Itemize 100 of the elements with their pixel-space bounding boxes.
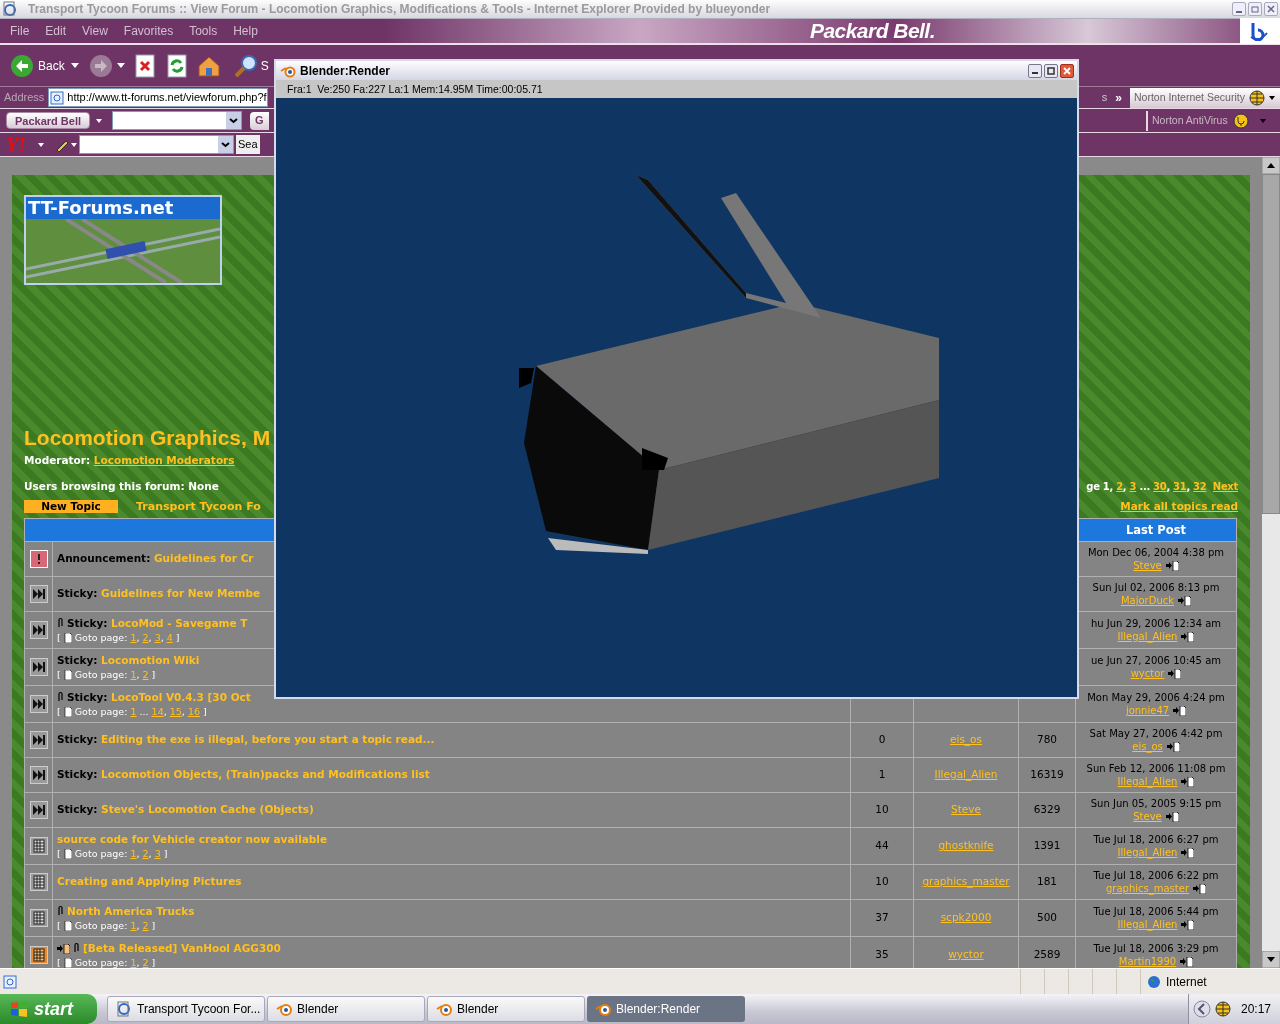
scrollbar-thumb[interactable] — [1262, 174, 1280, 514]
norton-security-button[interactable]: Norton Internet Security — [1130, 87, 1280, 108]
mark-read-link[interactable]: Mark all topics read — [1120, 498, 1238, 515]
page-link[interactable]: 16 — [187, 705, 200, 718]
next-link[interactable]: Next — [1212, 481, 1238, 493]
search-button[interactable]: Sea — [236, 135, 260, 154]
page-link[interactable]: 32 — [1193, 481, 1207, 493]
topic-link[interactable]: LocoMod - Savegame T — [111, 617, 248, 630]
announcement-icon — [29, 550, 48, 568]
topic-link[interactable]: Locomotion Objects, (Train)packs and Modifications list — [101, 768, 430, 781]
author-link[interactable]: scpk2000 — [940, 910, 992, 926]
author-link[interactable]: Illegal_Alien — [1117, 918, 1178, 931]
topic-link[interactable]: Locomotion Wiki — [101, 654, 200, 667]
page-link[interactable]: 2 — [142, 956, 149, 968]
author-link[interactable]: wyctor — [948, 947, 984, 963]
page-link[interactable]: 2 — [142, 631, 149, 644]
back-button[interactable]: Back — [8, 48, 67, 83]
author-link[interactable]: Illegal_Alien — [1117, 846, 1178, 859]
arrow-document-icon — [1168, 668, 1182, 679]
chevron-button[interactable]: » — [1109, 88, 1128, 107]
taskbar-button[interactable]: Blender — [427, 996, 585, 1022]
topic-link[interactable]: Guidelines for New Membe — [101, 587, 261, 600]
stop-button[interactable] — [132, 53, 157, 78]
page-link[interactable]: 3 — [154, 631, 161, 644]
page-link[interactable]: 14 — [151, 705, 164, 718]
table-cell: 780 — [1019, 723, 1075, 757]
author-link[interactable]: graphics_master — [1106, 882, 1189, 895]
start-button[interactable]: start — [0, 994, 97, 1024]
search-button[interactable]: S — [232, 52, 269, 79]
page-link[interactable]: 15 — [169, 705, 182, 718]
forward-button[interactable] — [88, 53, 113, 78]
yahoo-logo[interactable]: Y! — [6, 134, 26, 155]
author-link[interactable]: Martin1990 — [1118, 955, 1177, 968]
topic-link[interactable]: Guidelines for Cr — [154, 552, 254, 565]
breadcrumb-link[interactable]: Transport Tycoon Fo — [136, 498, 261, 515]
author-link[interactable]: eis_os — [1132, 740, 1163, 753]
page-link[interactable]: 2 — [142, 919, 149, 932]
page-link[interactable]: 3 — [154, 847, 161, 860]
topic-link[interactable]: [Beta Released] VanHool AGG300 — [83, 941, 281, 957]
topic-link[interactable]: Creating and Applying Pictures — [57, 874, 242, 890]
new-topic-button[interactable]: New Topic — [24, 500, 118, 514]
author-link[interactable]: ghostknife — [938, 838, 994, 854]
go-button[interactable]: G — [250, 111, 269, 130]
author-link[interactable]: Illegal_Alien — [1117, 630, 1178, 643]
chevron-left-icon — [1193, 1000, 1211, 1018]
caret-icon — [1259, 118, 1266, 123]
page-link[interactable]: 30 — [1153, 481, 1167, 493]
author-link[interactable]: Illegal_Alien — [934, 767, 998, 783]
author-link[interactable]: Steve — [1133, 559, 1162, 572]
refresh-icon — [164, 53, 189, 78]
column-header: Last Post — [1124, 522, 1188, 539]
taskbar-button[interactable]: Transport Tycoon For... — [107, 996, 265, 1022]
taskbar-button[interactable]: Blender — [267, 996, 425, 1022]
packard-bell-button[interactable]: Packard Bell — [6, 112, 91, 129]
taskbar-button[interactable]: Blender:Render — [587, 996, 745, 1022]
scrollbar[interactable] — [1262, 157, 1280, 968]
page-link[interactable]: 3 — [1129, 481, 1137, 493]
goto-pages: [ Goto page: 1, 2 ] — [57, 919, 157, 932]
search-combo-field[interactable] — [79, 135, 234, 154]
close-button[interactable] — [1264, 2, 1278, 16]
grid-folder-icon — [29, 946, 48, 964]
table-cell: 1391 — [1019, 828, 1075, 864]
search-combo-field[interactable] — [112, 111, 243, 130]
address-field[interactable]: http://www.tt-forums.net/viewforum.php?f — [48, 88, 269, 107]
maximize-button[interactable] — [1044, 63, 1058, 78]
post-date: Sat May 27, 2006 4:42 pm — [1089, 727, 1223, 740]
page-icon — [3, 974, 17, 989]
topic-link[interactable]: North America Trucks — [67, 904, 195, 920]
author-link[interactable]: graphics_master — [922, 874, 1010, 890]
page-link[interactable]: 1 — [130, 705, 137, 718]
table-cell: 0 — [851, 723, 913, 757]
author-link[interactable]: MajorDuck — [1120, 594, 1175, 607]
author-link[interactable]: Steve — [951, 802, 981, 818]
topic-link[interactable]: Steve's Locomotion Cache (Objects) — [101, 803, 314, 816]
table-cell: 44 — [851, 828, 913, 864]
moderator-link[interactable]: Locomotion Moderators — [93, 454, 235, 466]
author-link[interactable]: jonnie47 — [1125, 704, 1170, 717]
address-label: Address — [4, 90, 45, 106]
author-link[interactable]: Steve — [1133, 810, 1162, 823]
page-link[interactable]: 4 — [166, 631, 173, 644]
page-link[interactable]: 31 — [1173, 481, 1187, 493]
topic-link[interactable]: source code for Vehicle creator now available — [57, 832, 328, 848]
document-icon — [63, 848, 72, 859]
swirl-logo-icon — [1249, 21, 1271, 41]
caret-icon — [1268, 95, 1275, 100]
minimize-button[interactable] — [1028, 63, 1042, 78]
author-link[interactable]: wyctor — [1130, 667, 1165, 680]
globe-icon — [1248, 89, 1265, 106]
topic-link[interactable]: Editing the exe is illegal, before you start a topic read... — [101, 733, 435, 746]
author-link[interactable]: Illegal_Alien — [1117, 775, 1178, 788]
author-link[interactable]: eis_os — [950, 732, 982, 748]
close-button[interactable] — [1060, 63, 1074, 78]
refresh-button[interactable] — [164, 53, 189, 78]
page-link[interactable]: 2 — [142, 847, 149, 860]
page-link[interactable]: 2 — [1116, 481, 1123, 493]
browser-icon — [116, 1001, 132, 1017]
topic-title: Sticky: Guidelines for New Membe — [57, 586, 261, 602]
topic-link[interactable]: LocoTool V0.4.3 [30 Oct — [111, 691, 251, 704]
page-link[interactable]: 2 — [142, 668, 149, 681]
eye-orbit-icon — [436, 1001, 452, 1017]
